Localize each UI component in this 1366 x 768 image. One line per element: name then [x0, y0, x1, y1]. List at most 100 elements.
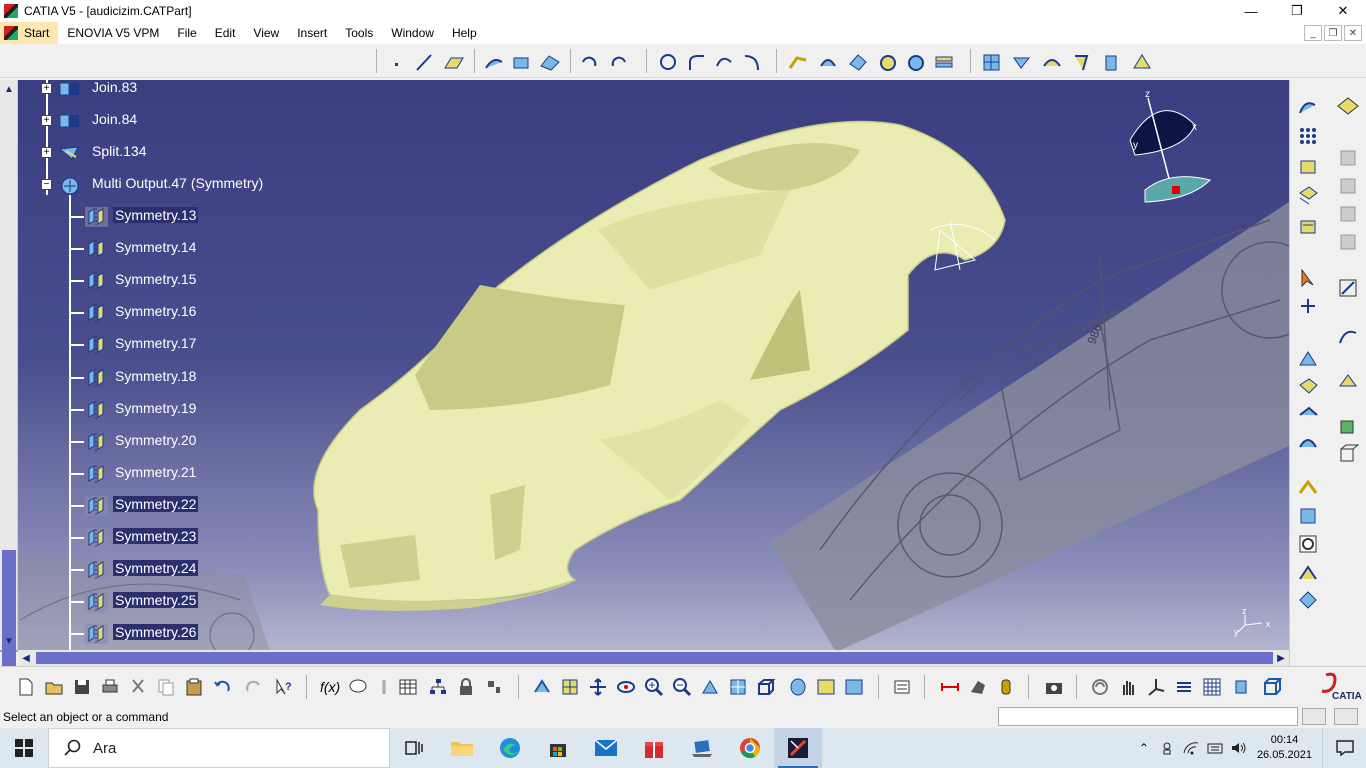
copy-icon[interactable]: [154, 675, 178, 699]
tree-node-label[interactable]: Join.83: [90, 79, 139, 95]
pan-icon[interactable]: [586, 675, 610, 699]
grid-tool-icon[interactable]: [980, 50, 1004, 74]
connect-curve-icon[interactable]: [712, 50, 736, 74]
formula-icon[interactable]: f(x): [318, 675, 342, 699]
line-icon[interactable]: [412, 50, 436, 74]
mail-icon[interactable]: [582, 728, 630, 768]
sketcher-icon[interactable]: [1296, 94, 1320, 118]
tree-node-label[interactable]: Multi Output.47 (Symmetry): [90, 175, 265, 191]
paste-icon[interactable]: [182, 675, 206, 699]
workbench-icon[interactable]: [1336, 94, 1360, 118]
lock-icon[interactable]: [454, 675, 478, 699]
multi-view-icon[interactable]: [726, 675, 750, 699]
fill-icon[interactable]: [538, 50, 562, 74]
menu-window[interactable]: Window: [382, 22, 443, 44]
maximize-button[interactable]: ❐: [1274, 0, 1320, 22]
corner-icon[interactable]: [684, 50, 708, 74]
extract-icon[interactable]: [904, 50, 928, 74]
wireframe-point-icon[interactable]: [1296, 346, 1320, 370]
law-icon[interactable]: [1296, 476, 1320, 500]
rotate-icon[interactable]: [1040, 50, 1064, 74]
microsoft-store-icon[interactable]: [534, 728, 582, 768]
circle-icon[interactable]: [656, 50, 680, 74]
shading-mode-icon[interactable]: [786, 675, 810, 699]
whats-this-icon[interactable]: ?: [272, 675, 296, 699]
geometric-set-icon[interactable]: [1296, 214, 1320, 238]
expand-toggle[interactable]: +: [41, 147, 52, 158]
body-icon[interactable]: [1296, 154, 1320, 178]
tree-node-label[interactable]: Symmetry.20: [113, 432, 198, 448]
tree-node-label[interactable]: Symmetry.23: [113, 528, 199, 544]
analysis-icon[interactable]: [1296, 560, 1320, 584]
measure-icon[interactable]: [1296, 588, 1320, 612]
scroll-up-arrow-icon[interactable]: ▲: [2, 82, 16, 96]
measure-between-icon[interactable]: [938, 675, 962, 699]
menu-view[interactable]: View: [244, 22, 288, 44]
disabled-tool-icon[interactable]: [1336, 202, 1360, 226]
save-icon[interactable]: [70, 675, 94, 699]
menu-enovia[interactable]: ENOVIA V5 VPM: [58, 22, 168, 44]
split-tool-icon[interactable]: [816, 50, 840, 74]
chrome-icon[interactable]: [726, 728, 774, 768]
tree-node-label[interactable]: Symmetry.18: [113, 368, 198, 384]
catia-taskbar-icon[interactable]: [774, 728, 822, 768]
surface-connect-icon[interactable]: [1296, 430, 1320, 454]
edge-browser-icon[interactable]: [486, 728, 534, 768]
zoom-out-icon[interactable]: [670, 675, 694, 699]
scan-icon[interactable]: [482, 675, 506, 699]
undo-icon[interactable]: [210, 675, 234, 699]
tree-structure-icon[interactable]: [426, 675, 450, 699]
point-icon[interactable]: [384, 50, 408, 74]
iso-view-icon[interactable]: [754, 675, 778, 699]
expand-toggle[interactable]: +: [41, 83, 52, 94]
fly-mode-icon[interactable]: [530, 675, 554, 699]
tree-node-label[interactable]: Symmetry.14: [113, 239, 198, 255]
scaling-icon[interactable]: [1100, 50, 1124, 74]
conic-icon[interactable]: [740, 50, 764, 74]
fit-all-icon[interactable]: [558, 675, 582, 699]
file-explorer-icon[interactable]: [438, 728, 486, 768]
undo-curve-icon[interactable]: [578, 50, 602, 74]
hand-icon[interactable]: [1116, 675, 1140, 699]
redo-curve-icon[interactable]: [608, 50, 632, 74]
menu-tools[interactable]: Tools: [336, 22, 382, 44]
table-icon[interactable]: [396, 675, 420, 699]
keyboard-language-icon[interactable]: [1203, 741, 1227, 755]
work-grid-icon[interactable]: [1200, 675, 1224, 699]
power-input-field[interactable]: [998, 707, 1298, 726]
translate-icon[interactable]: [1010, 50, 1034, 74]
task-view-icon[interactable]: [390, 728, 438, 768]
tree-node-label[interactable]: Split.134: [90, 143, 148, 159]
tree-node-label[interactable]: Symmetry.24: [113, 560, 199, 577]
measure-inertia-icon[interactable]: [994, 675, 1018, 699]
new-document-icon[interactable]: [14, 675, 38, 699]
expand-toggle[interactable]: +: [41, 115, 52, 126]
shading-icon[interactable]: [1336, 370, 1360, 394]
scrollbar-thumb[interactable]: [2, 550, 16, 680]
scroll-down-arrow-icon[interactable]: ▼: [2, 634, 16, 648]
measure-item-icon[interactable]: [966, 675, 990, 699]
rotate-view-icon[interactable]: [614, 675, 638, 699]
tree-node-label[interactable]: Symmetry.25: [113, 592, 199, 609]
minimize-button[interactable]: —: [1228, 0, 1274, 22]
symmetry-tool-icon[interactable]: [1070, 50, 1094, 74]
doc-restore-button[interactable]: ❐: [1324, 25, 1342, 41]
select-arrow-icon[interactable]: [1296, 266, 1320, 290]
tree-node-label[interactable]: Symmetry.21: [113, 464, 198, 480]
box-wire-icon[interactable]: [1336, 442, 1360, 466]
print-icon[interactable]: [98, 675, 122, 699]
tree-node-label[interactable]: Symmetry.16: [113, 303, 198, 319]
fillet-icon[interactable]: [932, 50, 956, 74]
windows-start-button[interactable]: [0, 728, 48, 768]
update-icon[interactable]: [1088, 675, 1112, 699]
affinity-icon[interactable]: [1130, 50, 1154, 74]
tree-node-label[interactable]: Symmetry.17: [113, 335, 198, 351]
repetition-icon[interactable]: [1296, 504, 1320, 528]
zoom-in-icon[interactable]: [642, 675, 666, 699]
camera-icon[interactable]: [1042, 675, 1066, 699]
point-grid-icon[interactable]: [1296, 124, 1320, 148]
status-button[interactable]: [1334, 708, 1358, 725]
menu-file[interactable]: File: [168, 22, 205, 44]
surface-icon[interactable]: [1296, 374, 1320, 398]
open-folder-icon[interactable]: [42, 675, 66, 699]
